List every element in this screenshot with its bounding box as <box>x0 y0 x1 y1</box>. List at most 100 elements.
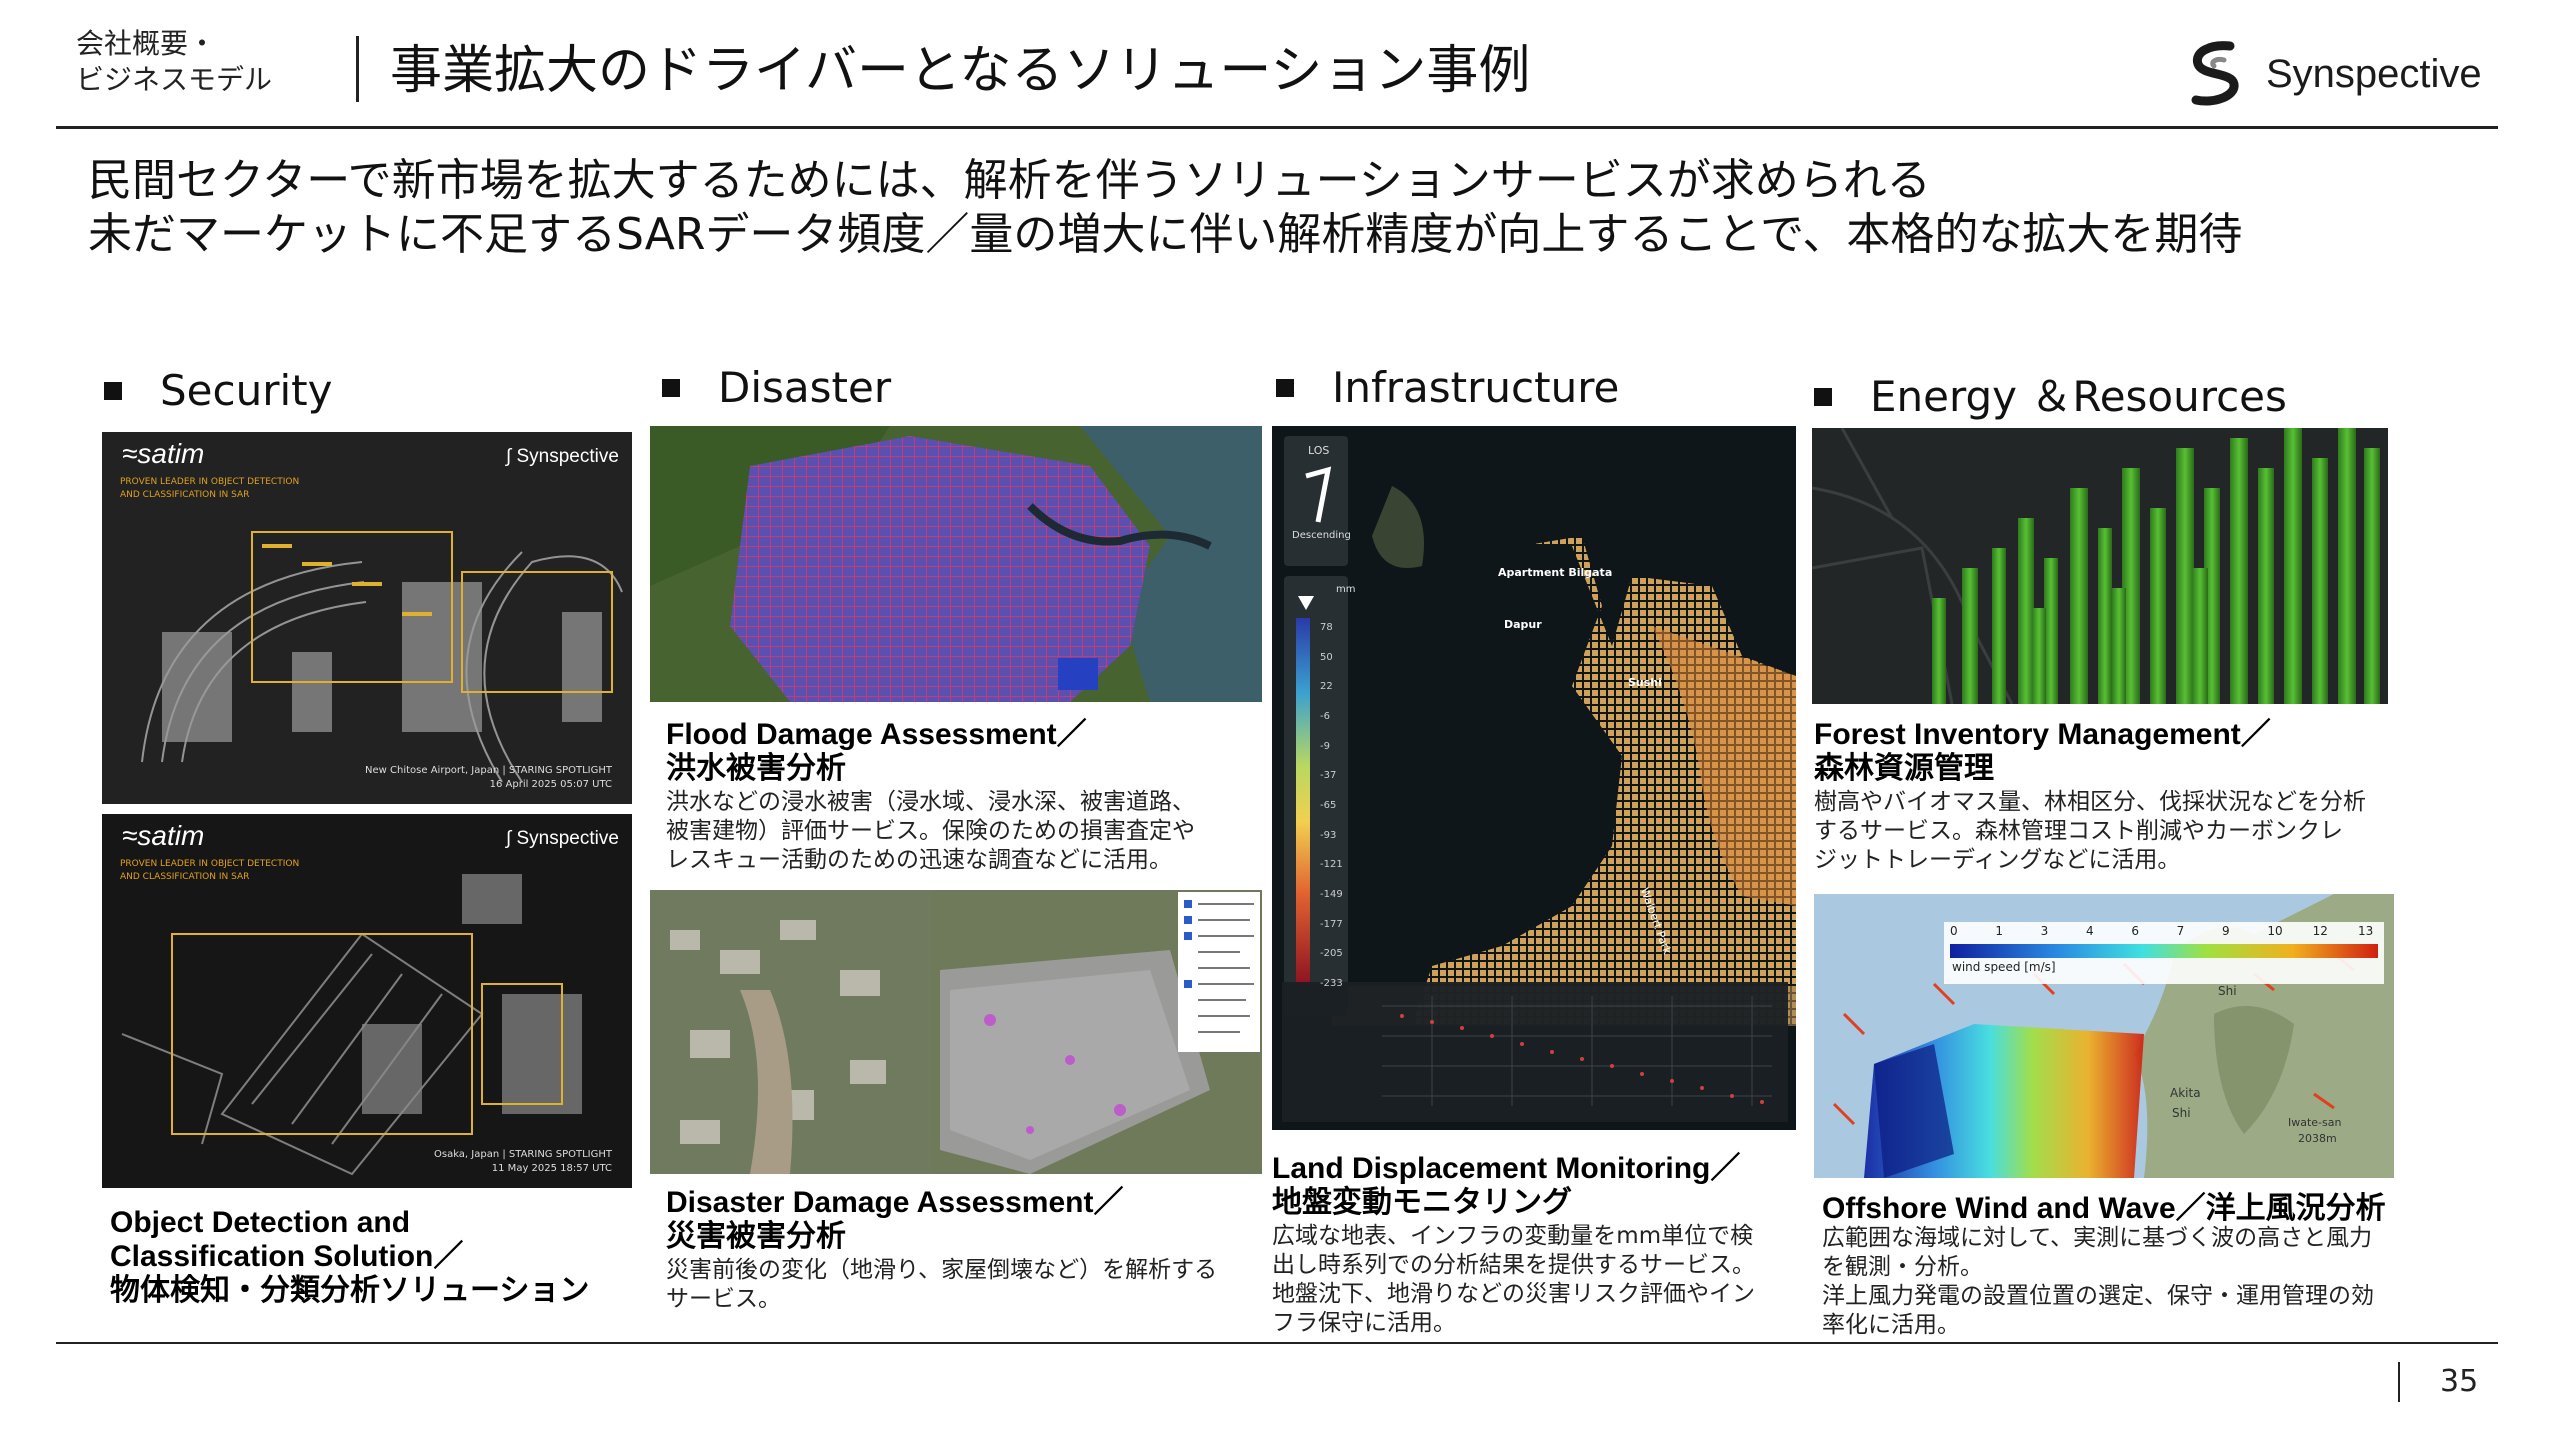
sar-airport-image: ≈satim ∫ Synspective PROVEN LEADER IN OB… <box>102 432 632 804</box>
image-caption: New Chitose Airport, Japan | STARING SPO… <box>365 764 612 792</box>
image-caption-2: 11 May 2025 18:57 UTC <box>491 1163 612 1174</box>
flood-description: 洪水などの浸水被害（浸水域、浸水深、被害道路、 被害建物）評価サービス。保険のた… <box>666 788 1195 875</box>
sar-port-image: ≈satim ∫ Synspective PROVEN LEADER IN OB… <box>102 814 632 1188</box>
flood-title: Flood Damage Assessment／ 洪水被害分析 <box>666 718 1087 786</box>
displacement-scale-tick: -205 <box>1320 948 1343 960</box>
image-caption-1: Osaka, Japan | STARING SPOTLIGHT <box>433 1149 612 1160</box>
wind-scale-tick: 13 <box>2358 924 2374 938</box>
displacement-scale-tick: 22 <box>1320 681 1333 693</box>
wind-scale-tick: 7 <box>2176 924 2185 938</box>
forest-desc-line-3: ジットトレーディングなどに活用。 <box>1814 847 2181 873</box>
displacement-scale-tick: -93 <box>1320 829 1337 841</box>
displacement-scale-tick: -37 <box>1320 770 1337 782</box>
bullet-square-icon <box>104 381 122 400</box>
damage-desc-line-1: 災害前後の変化（地滑り、家屋倒壊など）を解析する <box>666 1257 1218 1283</box>
synspective-logo-icon <box>2191 41 2239 106</box>
lead-text: 民間セクターで新市場を拡大するためには、解析を伴うソリューションサービスが求めら… <box>88 154 2242 262</box>
displacement-scale-tick: -149 <box>1320 889 1343 900</box>
forest-description: 樹高やバイオマス量、林相区分、伐採状況などを分析 するサービス。森林管理コスト削… <box>1814 788 2366 875</box>
displacement-scale-tick: -177 <box>1320 918 1343 930</box>
wind-desc-line-1: 広範囲な海域に対して、実測に基づく波の高さと風力 <box>1822 1225 2373 1251</box>
synspective-watermark: ∫ Synspective <box>506 828 619 850</box>
map-orbit-label: Descending <box>1292 530 1351 541</box>
breadcrumb-line-1: 会社概要・ <box>76 27 217 60</box>
displacement-desc-line-1: 広域な地表、インフラの変動量をmm単位で検 <box>1272 1223 1754 1249</box>
displacement-desc-line-4: フラ保守に活用。 <box>1272 1310 1456 1336</box>
breadcrumb-line-2: ビジネスモデル <box>76 63 273 96</box>
map-unit-label: mm <box>1336 584 1356 595</box>
flood-title-line-2: 洪水被害分析 <box>666 752 846 785</box>
displacement-scale-tick: -9 <box>1320 740 1330 752</box>
wind-scale-ticks: 0 1 3 4 6 7 9 10 12 13 <box>1950 922 2378 942</box>
displacement-description: 広域な地表、インフラの変動量をmm単位で検 出し時系列での分析結果を提供するサー… <box>1272 1222 1755 1338</box>
wind-description: 広範囲な海域に対して、実測に基づく波の高さと風力 を観測・分析。 洋上風力発電の… <box>1822 1224 2374 1340</box>
map-place-1: Apartment Bilgata <box>1498 566 1613 579</box>
displacement-title-line-2: 地盤変動モニタリング <box>1272 1186 1572 1219</box>
security-solution-title: Object Detection and Classification Solu… <box>110 1206 589 1308</box>
displacement-scale-ticks: 78 50 22 -6 -9 -37 -65 -93 -121 -149 -177 -205 -233 <box>1320 622 1346 992</box>
wind-desc-line-2: を観測・分析。 <box>1822 1254 1983 1280</box>
damage-desc-line-2: サービス。 <box>666 1286 781 1312</box>
satim-brand-text: satim <box>137 438 205 469</box>
wind-scale-tick: 3 <box>2040 924 2049 938</box>
page-title: 事業拡大のドライバーとなるソリューション事例 <box>390 41 1531 101</box>
displacement-scale-tick: -65 <box>1320 800 1337 811</box>
category-infrastructure-label: Infrastructure <box>1332 363 1620 412</box>
map-place-2: Dapur <box>1504 618 1542 631</box>
wind-title: Offshore Wind and Wave／洋上風況分析 <box>1822 1192 2386 1226</box>
wind-scale-tick: 9 <box>2222 924 2230 938</box>
synspective-mini-icon: ∫ <box>506 446 512 467</box>
wind-map-place-4: Iwate-san <box>2288 1116 2342 1129</box>
category-energy-label: Energy ＆Resources <box>1870 372 2287 421</box>
breadcrumb: 会社概要・ ビジネスモデル <box>76 26 356 98</box>
page-number: 35 <box>2440 1364 2479 1399</box>
category-energy: Energy ＆Resources <box>1814 370 2287 424</box>
footer-rule <box>56 1342 2498 1344</box>
category-security: Security <box>104 364 332 418</box>
displacement-scale-tick: -6 <box>1320 711 1330 722</box>
flood-desc-line-1: 洪水などの浸水被害（浸水域、浸水深、被害道路、 <box>666 789 1195 815</box>
forest-title: Forest Inventory Management／ 森林資源管理 <box>1814 718 2271 786</box>
image-caption: Osaka, Japan | STARING SPOTLIGHT 11 May 2… <box>434 1148 612 1176</box>
category-disaster: Disaster <box>662 361 891 415</box>
damage-title: Disaster Damage Assessment／ 災害被害分析 <box>666 1186 1123 1254</box>
damage-assessment-image <box>650 890 1262 1174</box>
wind-title-line-1: Offshore Wind and Wave／洋上風況分析 <box>1822 1192 2386 1225</box>
forest-3d-image <box>1812 428 2388 704</box>
wind-scale-label: wind speed [m/s] <box>1952 960 2056 974</box>
lead-line-2: 未だマーケットに不足するSARデータ頻度／量の増大に伴い解析精度が向上することで… <box>88 209 2243 260</box>
satim-tagline-1: PROVEN LEADER IN OBJECT DETECTION <box>120 477 300 487</box>
displacement-desc-line-2: 出し時系列での分析結果を提供するサービス。 <box>1272 1252 1755 1278</box>
wind-scale-tick: 12 <box>2312 924 2328 938</box>
security-title-line-2: Classification Solution／ <box>110 1240 464 1273</box>
wind-scale-tick: 4 <box>2086 924 2094 938</box>
category-security-label: Security <box>160 366 333 415</box>
satim-tagline-2: AND CLASSIFICATION IN SAR <box>120 490 250 500</box>
synspective-watermark: ∫ Synspective <box>506 446 619 468</box>
category-disaster-label: Disaster <box>718 363 892 412</box>
satim-tagline: PROVEN LEADER IN OBJECT DETECTION AND CLA… <box>120 476 299 502</box>
wind-scale-tick: 1 <box>1995 924 2003 938</box>
wind-map-place-1: Shi <box>2218 984 2237 998</box>
security-title-line-1: Object Detection and <box>110 1206 411 1239</box>
map-place-3: Sushi <box>1628 676 1662 689</box>
page-number-divider <box>2398 1362 2400 1402</box>
damage-title-line-2: 災害被害分析 <box>666 1220 846 1253</box>
lead-line-1: 民間セクターで新市場を拡大するためには、解析を伴うソリューションサービスが求めら… <box>88 155 1931 206</box>
forest-desc-line-2: するサービス。森林管理コスト削減やカーボンクレ <box>1814 818 2343 844</box>
damage-description: 災害前後の変化（地滑り、家屋倒壊など）を解析する サービス。 <box>666 1256 1217 1314</box>
synspective-watermark-text: Synspective <box>516 446 619 467</box>
satim-tagline-2: AND CLASSIFICATION IN SAR <box>120 872 250 882</box>
wind-desc-line-3: 洋上風力発電の設置位置の選定、保守・運用管理の効 <box>1822 1283 2374 1309</box>
displacement-scale-tick: 78 <box>1320 622 1333 633</box>
bullet-square-icon <box>1814 387 1832 406</box>
displacement-scale-tick: -121 <box>1320 859 1343 871</box>
flood-map-image <box>650 426 1262 702</box>
security-title-line-3: 物体検知・分類分析ソリューション <box>110 1274 590 1307</box>
wind-map-place-2: Akita <box>2170 1086 2201 1100</box>
forest-desc-line-1: 樹高やバイオマス量、林相区分、伐採状況などを分析 <box>1814 789 2366 815</box>
displacement-scale-tick: -233 <box>1320 978 1343 989</box>
wind-desc-line-4: 率化に活用。 <box>1822 1312 1960 1338</box>
forest-title-line-1: Forest Inventory Management／ <box>1814 718 2271 751</box>
synspective-mini-icon: ∫ <box>506 828 512 849</box>
